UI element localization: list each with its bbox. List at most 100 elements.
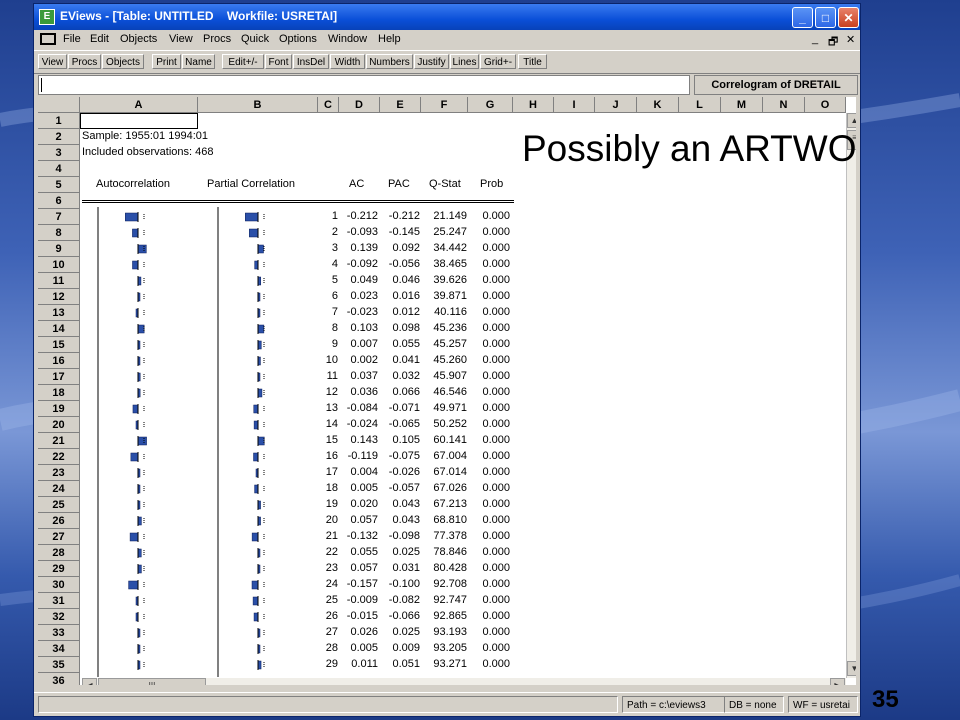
scroll-right-button[interactable]: ▶	[830, 678, 845, 685]
scroll-down-button[interactable]: ▼	[847, 661, 856, 676]
row-header-2[interactable]: 2	[38, 129, 80, 145]
cell-ac-3[interactable]: 0.139	[338, 242, 378, 254]
cell-pac-17[interactable]: -0.026	[378, 466, 420, 478]
cell-lag-23[interactable]: 23	[318, 562, 338, 574]
row-header-18[interactable]: 18	[38, 385, 80, 401]
column-header-f[interactable]: F	[421, 97, 468, 113]
cell-p-15[interactable]: 0.000	[466, 434, 510, 446]
cell-pac-22[interactable]: 0.025	[378, 546, 420, 558]
row-header-14[interactable]: 14	[38, 321, 80, 337]
cell-ac-20[interactable]: 0.057	[338, 514, 378, 526]
cell-q-20[interactable]: 68.810	[422, 514, 467, 526]
cell-p-24[interactable]: 0.000	[466, 578, 510, 590]
cell-p-20[interactable]: 0.000	[466, 514, 510, 526]
cell-lag-10[interactable]: 10	[318, 354, 338, 366]
cell-lag-15[interactable]: 15	[318, 434, 338, 446]
row-header-10[interactable]: 10	[38, 257, 80, 273]
cell-p-6[interactable]: 0.000	[466, 290, 510, 302]
cell-lag-2[interactable]: 2	[318, 226, 338, 238]
cell-ac-17[interactable]: 0.004	[338, 466, 378, 478]
selected-cell-a1[interactable]	[80, 113, 198, 129]
cell-ac-18[interactable]: 0.005	[338, 482, 378, 494]
cell-lag-21[interactable]: 21	[318, 530, 338, 542]
cell-pac-26[interactable]: -0.066	[378, 610, 420, 622]
cell-lag-4[interactable]: 4	[318, 258, 338, 270]
cell-ac-8[interactable]: 0.103	[338, 322, 378, 334]
column-header-o[interactable]: O	[805, 97, 846, 113]
cell-p-4[interactable]: 0.000	[466, 258, 510, 270]
row-header-6[interactable]: 6	[38, 193, 80, 209]
cell-pac-28[interactable]: 0.009	[378, 642, 420, 654]
cell-pac-8[interactable]: 0.098	[378, 322, 420, 334]
menu-file[interactable]: File	[63, 33, 81, 45]
cell-p-7[interactable]: 0.000	[466, 306, 510, 318]
cell-pac-23[interactable]: 0.031	[378, 562, 420, 574]
toolbar-numbers-button[interactable]: Numbers	[366, 54, 413, 69]
cell-ac-9[interactable]: 0.007	[338, 338, 378, 350]
column-header-g[interactable]: G	[468, 97, 513, 113]
toolbar-print-button[interactable]: Print	[152, 54, 181, 69]
cell-ac-6[interactable]: 0.023	[338, 290, 378, 302]
cell-ac-25[interactable]: -0.009	[338, 594, 378, 606]
cell-p-18[interactable]: 0.000	[466, 482, 510, 494]
row-header-19[interactable]: 19	[38, 401, 80, 417]
cell-p-28[interactable]: 0.000	[466, 642, 510, 654]
cell-pac-21[interactable]: -0.098	[378, 530, 420, 542]
mdi-minimize-button[interactable]: _	[812, 33, 818, 45]
menu-objects[interactable]: Objects	[120, 33, 157, 45]
cell-pac-11[interactable]: 0.032	[378, 370, 420, 382]
horizontal-scrollbar[interactable]: ◀ III ▶	[82, 678, 846, 685]
cell-p-10[interactable]: 0.000	[466, 354, 510, 366]
column-header-m[interactable]: M	[721, 97, 763, 113]
cell-q-2[interactable]: 25.247	[422, 226, 467, 238]
row-header-1[interactable]: 1	[38, 113, 80, 129]
column-header-c[interactable]: C	[318, 97, 339, 113]
cell-ac-12[interactable]: 0.036	[338, 386, 378, 398]
cell-q-9[interactable]: 45.257	[422, 338, 467, 350]
cell-ac-10[interactable]: 0.002	[338, 354, 378, 366]
cell-q-22[interactable]: 78.846	[422, 546, 467, 558]
spreadsheet[interactable]: A B C D E F G H I J K L M N O Sample: 19…	[38, 97, 856, 685]
cell-ac-15[interactable]: 0.143	[338, 434, 378, 446]
cell-pac-10[interactable]: 0.041	[378, 354, 420, 366]
cell-p-29[interactable]: 0.000	[466, 658, 510, 670]
cell-p-5[interactable]: 0.000	[466, 274, 510, 286]
row-header-31[interactable]: 31	[38, 593, 80, 609]
menu-help[interactable]: Help	[378, 33, 401, 45]
row-header-24[interactable]: 24	[38, 481, 80, 497]
cell-pac-4[interactable]: -0.056	[378, 258, 420, 270]
row-header-28[interactable]: 28	[38, 545, 80, 561]
row-header-8[interactable]: 8	[38, 225, 80, 241]
toolbar-title-button[interactable]: Title	[518, 54, 547, 69]
row-header-23[interactable]: 23	[38, 465, 80, 481]
row-header-33[interactable]: 33	[38, 625, 80, 641]
cell-lag-26[interactable]: 26	[318, 610, 338, 622]
mdi-close-button[interactable]: ✕	[846, 33, 855, 46]
cell-ac-22[interactable]: 0.055	[338, 546, 378, 558]
column-header-d[interactable]: D	[339, 97, 380, 113]
toolbar-procs-button[interactable]: Procs	[68, 54, 101, 69]
cell-q-24[interactable]: 92.708	[422, 578, 467, 590]
cell-lag-3[interactable]: 3	[318, 242, 338, 254]
scroll-left-button[interactable]: ◀	[82, 678, 97, 685]
cell-q-11[interactable]: 45.907	[422, 370, 467, 382]
cell-pac-6[interactable]: 0.016	[378, 290, 420, 302]
vertical-scrollbar[interactable]: ▲ ≡ ▼	[846, 113, 856, 678]
cell-q-12[interactable]: 46.546	[422, 386, 467, 398]
toolbar-lines-button[interactable]: Lines	[450, 54, 479, 69]
row-header-36[interactable]: 36	[38, 673, 80, 685]
cell-q-10[interactable]: 45.260	[422, 354, 467, 366]
cell-ac-5[interactable]: 0.049	[338, 274, 378, 286]
column-header-k[interactable]: K	[637, 97, 679, 113]
column-header-j[interactable]: J	[595, 97, 637, 113]
cell-lag-28[interactable]: 28	[318, 642, 338, 654]
cell-lag-29[interactable]: 29	[318, 658, 338, 670]
cell-pac-15[interactable]: 0.105	[378, 434, 420, 446]
maximize-button[interactable]: □	[815, 7, 836, 28]
cell-lag-24[interactable]: 24	[318, 578, 338, 590]
cell-p-23[interactable]: 0.000	[466, 562, 510, 574]
corner-cell[interactable]	[38, 97, 80, 113]
cell-pac-12[interactable]: 0.066	[378, 386, 420, 398]
cell-p-22[interactable]: 0.000	[466, 546, 510, 558]
cell-lag-20[interactable]: 20	[318, 514, 338, 526]
